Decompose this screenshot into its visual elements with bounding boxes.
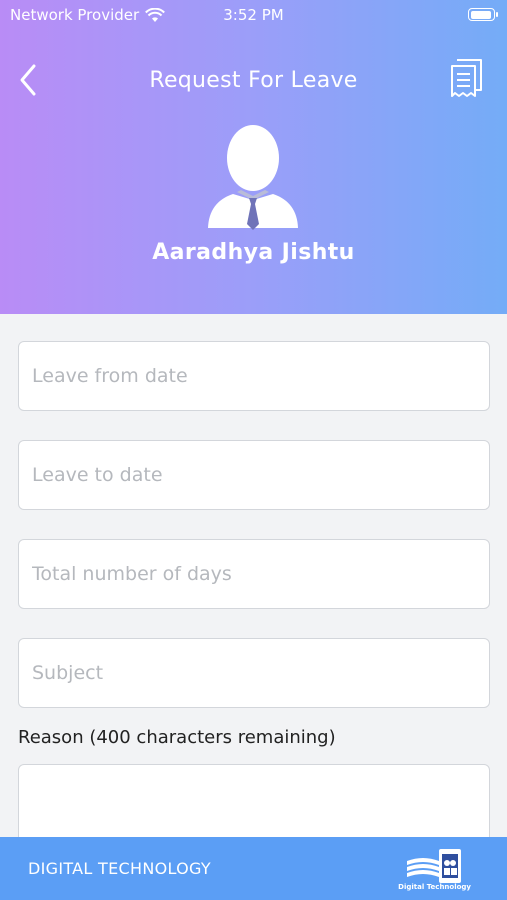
leave-from-date-input[interactable] bbox=[19, 342, 489, 410]
total-days-input[interactable] bbox=[19, 540, 489, 608]
leave-to-date-field[interactable] bbox=[18, 440, 490, 510]
document-list-icon bbox=[451, 59, 482, 97]
logo-caption: Digital Technology bbox=[398, 883, 471, 891]
person-avatar-icon bbox=[208, 125, 298, 230]
user-name: Aaradhya Jishtu bbox=[152, 240, 355, 265]
subject-input[interactable] bbox=[19, 639, 489, 707]
page-title: Request For Leave bbox=[149, 68, 358, 93]
status-time: 3:52 PM bbox=[223, 6, 284, 24]
header: Network Provider 3:52 PM Request For Lea… bbox=[0, 0, 507, 314]
footer: DIGITAL TECHNOLOGY Digital Technology bbox=[0, 837, 507, 900]
battery-icon bbox=[468, 8, 498, 21]
reason-label: Reason (400 characters remaining) bbox=[18, 727, 336, 748]
footer-label: DIGITAL TECHNOLOGY bbox=[28, 859, 211, 878]
total-days-field[interactable] bbox=[18, 539, 490, 609]
status-bar: Network Provider 3:52 PM bbox=[0, 0, 507, 30]
subject-field[interactable] bbox=[18, 638, 490, 708]
leave-from-date-field[interactable] bbox=[18, 341, 490, 411]
leave-history-button[interactable] bbox=[449, 58, 485, 100]
leave-to-date-input[interactable] bbox=[19, 441, 489, 509]
